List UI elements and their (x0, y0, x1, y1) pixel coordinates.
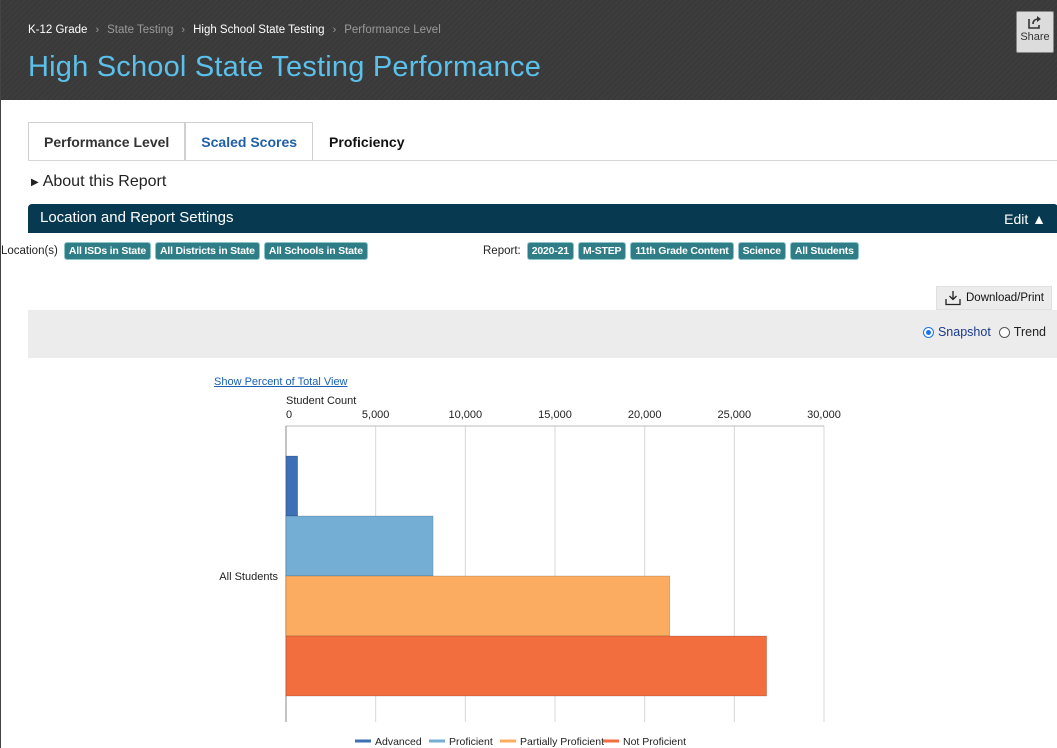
report-chip-test[interactable]: M-STEP (577, 242, 627, 260)
chevron-right-icon: › (181, 24, 186, 36)
locations-label: Location(s) (1, 245, 58, 257)
about-report-toggle[interactable]: ▶ About this Report (31, 173, 166, 191)
view-options-panel: Snapshot Trend (28, 310, 1057, 358)
download-print-label: Download/Print (966, 292, 1044, 304)
x-tick-label: 20,000 (628, 409, 662, 421)
tab-proficiency[interactable]: Proficiency (313, 122, 420, 161)
breadcrumb-performance-level: Performance Level (344, 24, 441, 36)
breadcrumb: K-12 Grade › State Testing › High School… (28, 24, 441, 36)
y-category-label: All Students (219, 571, 278, 583)
legend-label: Partially Proficient (520, 736, 604, 748)
trend-label[interactable]: Trend (1014, 325, 1046, 339)
report-chip-grade-content[interactable]: 11th Grade Content (630, 242, 734, 260)
x-tick-label: 0 (286, 409, 292, 421)
bar-partially-proficient (285, 575, 671, 637)
chevron-right-icon: › (332, 24, 337, 36)
download-print-button[interactable]: Download/Print (936, 286, 1052, 310)
bar-not-proficient (285, 635, 767, 697)
x-tick-label: 5,000 (362, 409, 390, 421)
x-tick-label: 10,000 (449, 409, 483, 421)
share-icon (1028, 16, 1041, 29)
x-tick-label: 15,000 (538, 409, 572, 421)
location-chip-districts[interactable]: All Districts in State (155, 242, 260, 260)
x-tick-label: 30,000 (807, 409, 841, 421)
trend-radio[interactable] (998, 326, 1010, 338)
snapshot-label[interactable]: Snapshot (938, 325, 991, 339)
report-chip-year[interactable]: 2020-21 (526, 242, 574, 260)
about-report-label: About this Report (42, 173, 167, 190)
caret-right-icon: ▶ (31, 176, 39, 188)
settings-title: Location and Report Settings (40, 209, 234, 226)
breadcrumb-state-testing[interactable]: State Testing (107, 24, 173, 36)
performance-bar-chart: Student Count 0 5,000 10,000 15,000 20,000 25,… (219, 395, 841, 748)
page-title: High School State Testing Performance (28, 51, 542, 83)
location-chip-schools[interactable]: All Schools in State (263, 242, 368, 260)
tab-scaled-scores[interactable]: Scaled Scores (185, 122, 314, 161)
view-options: Snapshot Trend (922, 325, 1046, 339)
breadcrumb-k12-grade[interactable]: K-12 Grade (28, 24, 87, 36)
x-axis-title: Student Count (286, 395, 356, 407)
report-chip-student-group[interactable]: All Students (789, 242, 859, 260)
share-label: Share (1020, 31, 1050, 43)
page-header: K-12 Grade › State Testing › High School… (1, 0, 1057, 100)
snapshot-radio[interactable] (922, 326, 934, 338)
report-chip-subject[interactable]: Science (737, 242, 786, 260)
x-tick-label: 25,000 (718, 409, 752, 421)
legend-label: Advanced (375, 736, 422, 748)
download-icon (945, 291, 961, 306)
bar-proficient (285, 515, 434, 577)
legend-label: Not Proficient (623, 736, 686, 748)
location-report-settings-bar: Location and Report Settings Edit ▲ (28, 204, 1057, 233)
report-chips: Report: 2020-21 M-STEP 11th Grade Conten… (483, 242, 859, 260)
bar-advanced (285, 455, 298, 517)
report-tabs: Performance Level Scaled Scores Proficie… (28, 122, 421, 161)
edit-settings-button[interactable]: Edit ▲ (1004, 211, 1046, 227)
tab-performance-level[interactable]: Performance Level (28, 122, 186, 161)
report-label: Report: (483, 245, 521, 257)
breadcrumb-high-school-state-testing[interactable]: High School State Testing (193, 24, 324, 36)
legend-label: Proficient (449, 736, 493, 748)
location-chip-isds[interactable]: All ISDs in State (63, 242, 152, 260)
chevron-right-icon: › (95, 24, 100, 36)
location-chips: Location(s) All ISDs in State All Distri… (1, 242, 368, 260)
tab-divider (28, 160, 1057, 161)
share-button[interactable]: Share (1016, 11, 1054, 53)
